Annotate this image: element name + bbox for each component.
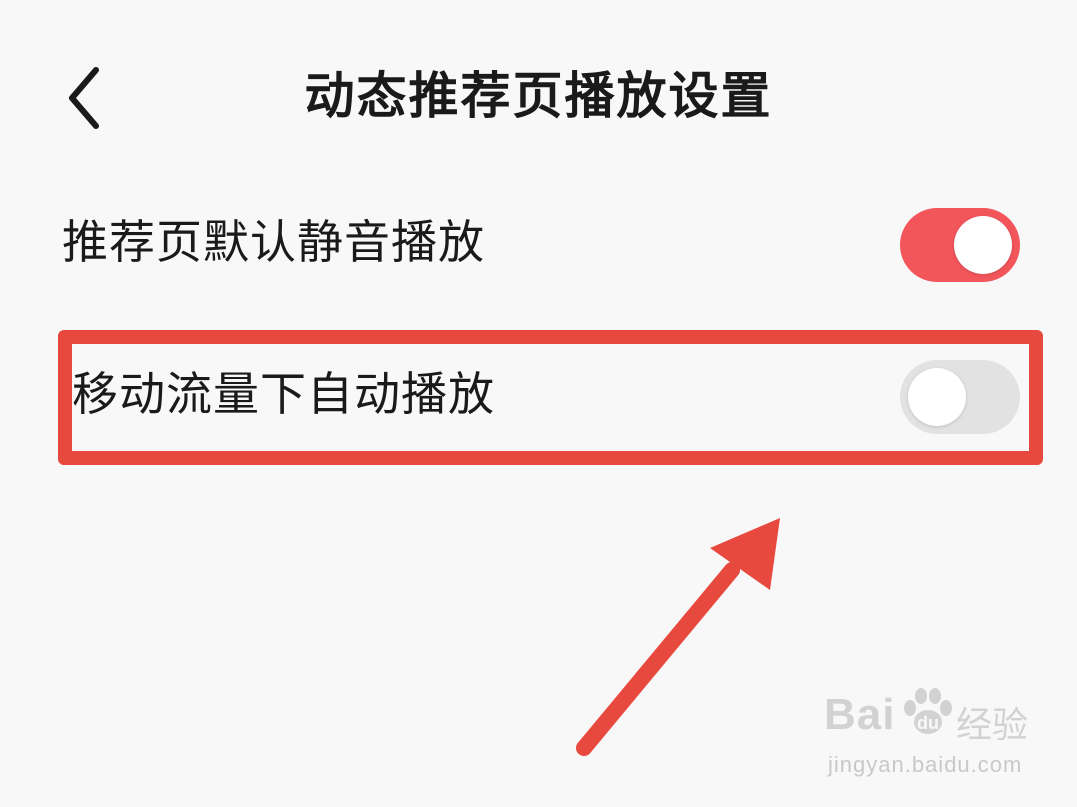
page-title: 动态推荐页播放设置 [304,67,773,125]
chevron-left-icon [69,67,99,129]
settings-screen: 动态推荐页播放设置 推荐页默认静音播放 移动流量下自动播放 Bai du 经验 … [0,0,1077,807]
watermark-brand-cn: 经验 [956,705,1029,746]
header-bar: 动态推荐页播放设置 [0,48,1077,148]
mobile-data-autoplay-toggle[interactable] [900,360,1020,434]
mute-autoplay-toggle[interactable] [900,208,1020,282]
setting-label: 推荐页默认静音播放 [62,215,485,269]
watermark-url: jingyan.baidu.com [828,752,1023,777]
setting-row-mute-autoplay: 推荐页默认静音播放 [0,190,1077,300]
paw-icon: du [904,688,952,734]
toggle-knob [908,368,966,426]
setting-row-mobile-data-autoplay: 移动流量下自动播放 [0,342,1077,452]
annotation-arrow-icon [576,518,780,756]
toggle-knob [954,216,1012,274]
watermark-brand-left: Bai [824,690,896,739]
watermark-brand-right: du [917,713,939,733]
setting-label: 移动流量下自动播放 [72,367,495,421]
back-button[interactable] [52,56,122,140]
baidu-jingyan-watermark: Bai du 经验 jingyan.baidu.com [824,688,1034,790]
